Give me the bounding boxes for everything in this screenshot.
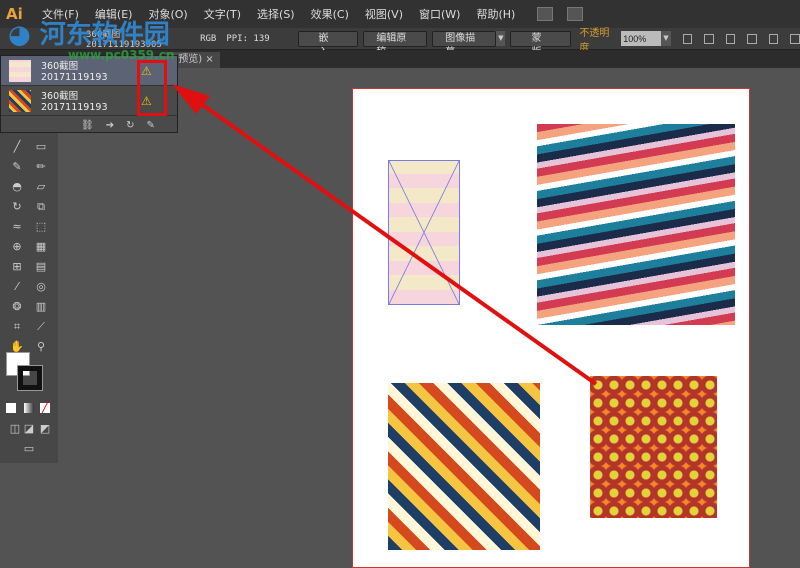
- watermark-url: www.pc0359.cn: [68, 48, 175, 62]
- arrow-head: [172, 84, 210, 114]
- arrow-line: [188, 94, 598, 386]
- annotation-arrow: [172, 84, 598, 386]
